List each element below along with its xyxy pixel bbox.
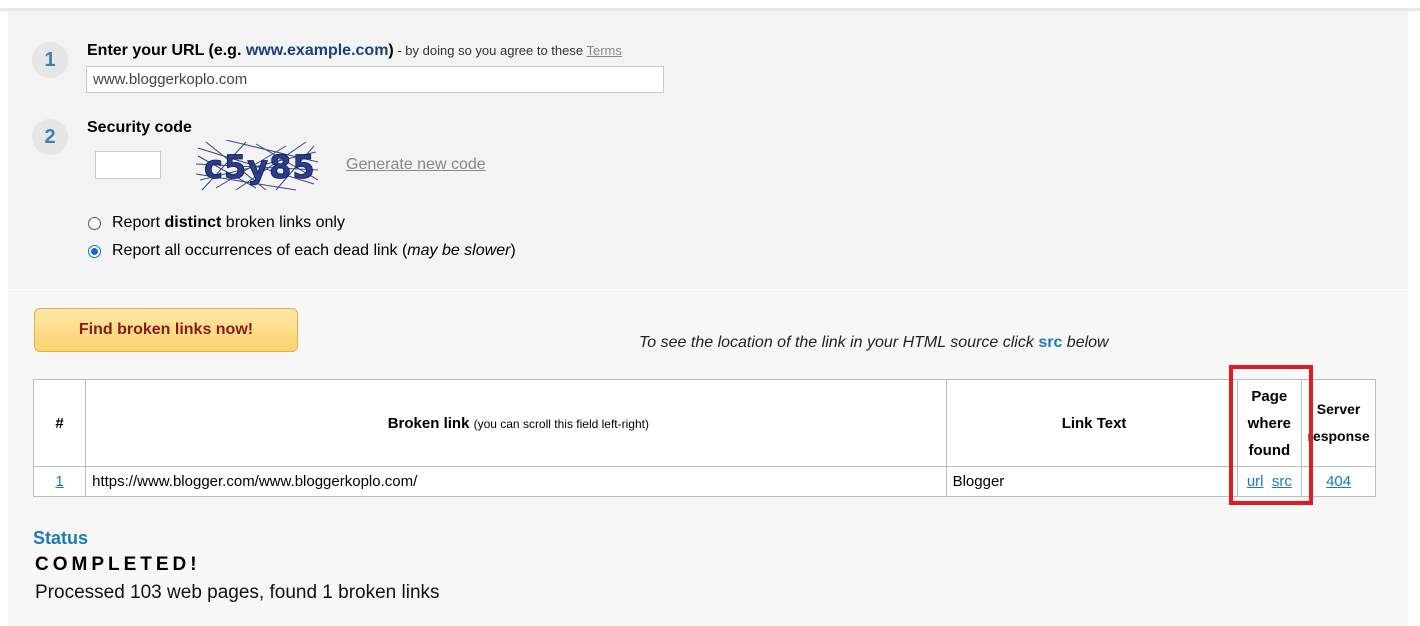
highlight-box bbox=[1229, 365, 1313, 505]
step-1-badge: 1 bbox=[32, 42, 68, 78]
url-label: Enter your URL (e.g. www.example.com) - … bbox=[87, 42, 622, 60]
security-code-input[interactable] bbox=[95, 151, 161, 179]
top-divider bbox=[0, 0, 1420, 11]
row-response-link[interactable]: 404 bbox=[1326, 473, 1351, 490]
row-broken-link: https://www.blogger.com/www.bloggerkoplo… bbox=[85, 466, 947, 497]
radio-all[interactable] bbox=[88, 244, 101, 258]
radio-distinct[interactable] bbox=[88, 216, 101, 230]
generate-new-code-link[interactable]: Generate new code bbox=[346, 156, 486, 174]
captcha-image: c5y85 bbox=[196, 140, 318, 191]
header-broken-link: Broken link (you can scroll this field l… bbox=[85, 379, 947, 467]
header-resp-line2: response bbox=[1307, 428, 1370, 444]
url-input[interactable] bbox=[86, 66, 664, 93]
header-resp-line1: Server bbox=[1316, 401, 1361, 417]
agree-text: - by doing so you agree to these bbox=[393, 43, 587, 58]
url-label-prefix: Enter your URL (e.g. bbox=[87, 42, 242, 59]
header-broken-link-note: (you can scroll this field left-right) bbox=[473, 416, 649, 431]
terms-link[interactable]: Terms bbox=[586, 43, 621, 58]
option-all-post: ) bbox=[510, 242, 516, 259]
step-2-badge: 2 bbox=[32, 119, 68, 155]
find-broken-links-button[interactable]: Find broken links now! bbox=[34, 308, 298, 352]
option-distinct-label: Report distinct broken links only bbox=[112, 214, 345, 232]
option-all-italic: may be slower bbox=[407, 242, 511, 259]
captcha-text: c5y85 bbox=[204, 148, 316, 186]
table-header-row: # Broken link (you can scroll this field… bbox=[32, 379, 1376, 467]
table-row: 1 https://www.blogger.com/www.bloggerkop… bbox=[32, 466, 1376, 497]
option-all-pre: Report all occurrences of each dead link… bbox=[112, 242, 408, 259]
hint-post: below bbox=[1062, 334, 1109, 351]
status-message: Processed 103 web pages, found 1 broken … bbox=[35, 582, 440, 603]
row-number-link[interactable]: 1 bbox=[55, 473, 63, 490]
row-number-cell: 1 bbox=[32, 466, 87, 497]
option-all-label: Report all occurrences of each dead link… bbox=[112, 242, 516, 260]
option-distinct[interactable]: Report distinct broken links only bbox=[88, 214, 345, 232]
option-distinct-post: broken links only bbox=[221, 214, 345, 231]
hint-src: src bbox=[1038, 334, 1063, 351]
option-all[interactable]: Report all occurrences of each dead link… bbox=[88, 242, 516, 260]
option-distinct-pre: Report bbox=[112, 214, 165, 231]
row-link-text: Blogger bbox=[945, 466, 1238, 497]
hint-pre: To see the location of the link in your … bbox=[639, 334, 1039, 351]
security-code-label: Security code bbox=[87, 119, 192, 136]
src-hint: To see the location of the link in your … bbox=[639, 334, 1109, 352]
option-distinct-bold: distinct bbox=[164, 214, 222, 231]
results-table: # Broken link (you can scroll this field… bbox=[32, 379, 1376, 497]
header-number: # bbox=[32, 379, 87, 467]
header-link-text: Link Text bbox=[945, 379, 1238, 467]
url-label-example: www.example.com bbox=[245, 42, 389, 59]
status-title: Status bbox=[33, 528, 89, 548]
status-value: COMPLETED! bbox=[35, 554, 201, 575]
header-broken-link-label: Broken link bbox=[387, 414, 470, 432]
